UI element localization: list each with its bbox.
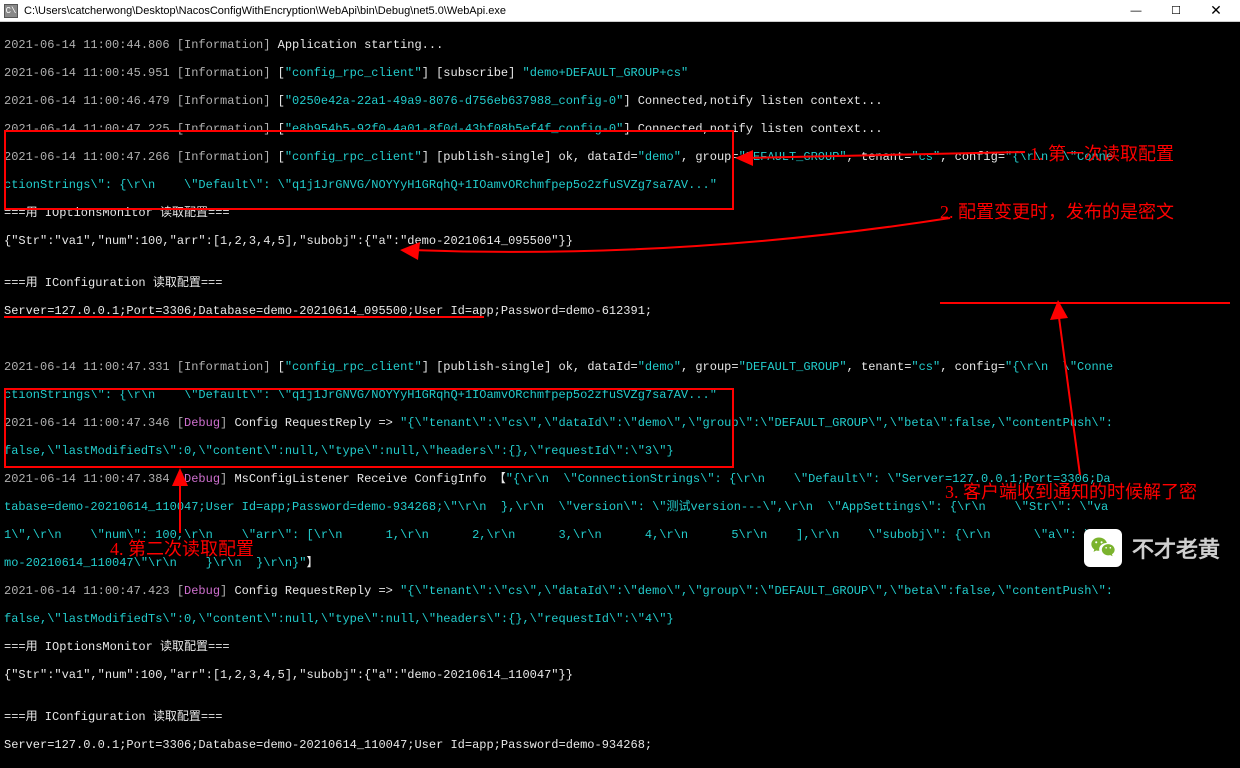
log-msg: Application starting... (278, 38, 444, 52)
watermark: 不才老黄 (1084, 529, 1220, 567)
window-title-text: C:\Users\catcherwong\Desktop\NacosConfig… (24, 5, 1116, 17)
watermark-text: 不才老黄 (1132, 532, 1220, 564)
window-controls: — ☐ ✕ (1116, 0, 1236, 22)
minimize-button[interactable]: — (1116, 0, 1156, 22)
iconfiguration-header-2: ===用 IConfiguration 读取配置=== (4, 710, 222, 724)
options-monitor-json-1: {"Str":"va1","num":100,"arr":[1,2,3,4,5]… (4, 234, 573, 248)
wechat-icon (1084, 529, 1122, 567)
options-monitor-json-2: {"Str":"va1","num":100,"arr":[1,2,3,4,5]… (4, 668, 573, 682)
log-level: [Information] (177, 38, 278, 52)
log-ts: 2021-06-14 11:00:44.806 (4, 38, 177, 52)
close-button[interactable]: ✕ (1196, 0, 1236, 22)
window-titlebar: C\ C:\Users\catcherwong\Desktop\NacosCon… (0, 0, 1240, 22)
app-icon: C\ (4, 4, 18, 18)
options-monitor-header-1: ===用 IOptionsMonitor 读取配置=== (4, 206, 230, 220)
connection-string-2: Server=127.0.0.1;Port=3306;Database=demo… (4, 738, 652, 752)
iconfiguration-header-1: ===用 IConfiguration 读取配置=== (4, 276, 222, 290)
config-listener-msg: MsConfigListener Receive ConfigInfo 【 (234, 472, 505, 486)
console-output: 2021-06-14 11:00:44.806 [Information] Ap… (0, 22, 1240, 768)
options-monitor-header-2: ===用 IOptionsMonitor 读取配置=== (4, 640, 230, 654)
connection-string-1: Server=127.0.0.1;Port=3306;Database=demo… (4, 304, 652, 318)
maximize-button[interactable]: ☐ (1156, 0, 1196, 22)
